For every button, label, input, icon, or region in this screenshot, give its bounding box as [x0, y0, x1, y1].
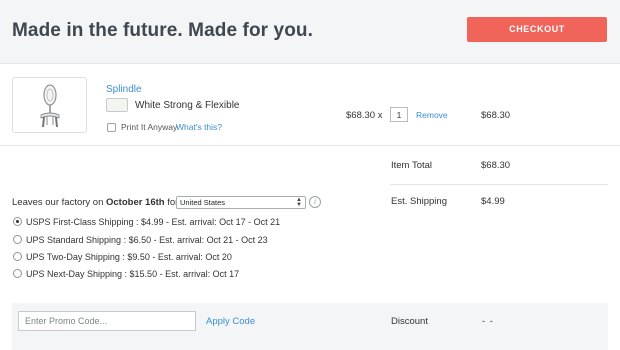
- page-header: Made in the future. Made for you. CHECKO…: [0, 0, 620, 64]
- info-icon[interactable]: i: [309, 196, 321, 208]
- country-selected-value: United States: [180, 198, 226, 207]
- shipping-option[interactable]: UPS Next-Day Shipping : $15.50 - Est. ar…: [13, 269, 239, 279]
- apply-code-link[interactable]: Apply Code: [206, 316, 255, 327]
- radio-selected-icon[interactable]: [13, 217, 22, 226]
- promo-code-input[interactable]: [18, 311, 196, 331]
- est-shipping-value: $4.99: [481, 196, 505, 207]
- leaves-date: October 16th: [106, 197, 165, 208]
- unit-price: $68.30 x: [346, 110, 383, 121]
- shipping-option-label: UPS Next-Day Shipping : $15.50 - Est. ar…: [26, 269, 240, 279]
- radio-icon[interactable]: [13, 252, 22, 261]
- promo-section: Apply Code Discount - -: [12, 303, 608, 350]
- discount-value: - -: [482, 316, 494, 327]
- item-total-value: $68.30: [481, 160, 511, 171]
- item-total-label: Item Total: [391, 160, 433, 171]
- shipping-option[interactable]: UPS Two-Day Shipping : $9.50 - Est. arri…: [13, 252, 232, 262]
- totals-divider: [390, 184, 608, 185]
- discount-label: Discount: [391, 316, 428, 327]
- material-swatch[interactable]: [106, 98, 128, 112]
- whats-this-link[interactable]: What's this?: [176, 122, 222, 132]
- line-total: $68.30: [481, 110, 511, 121]
- quantity-input[interactable]: [390, 107, 408, 122]
- page-title: Made in the future. Made for you.: [12, 20, 313, 41]
- radio-icon[interactable]: [13, 269, 22, 278]
- remove-link[interactable]: Remove: [416, 110, 448, 120]
- material-label: White Strong & Flexible: [135, 100, 240, 111]
- checkout-button[interactable]: CHECKOUT: [467, 17, 607, 42]
- shipping-option[interactable]: USPS First-Class Shipping : $4.99 - Est.…: [13, 217, 280, 227]
- select-arrows-icon: ▲ ▼: [296, 197, 302, 208]
- leaves-prefix: Leaves our factory on: [12, 197, 106, 208]
- shipping-option[interactable]: UPS Standard Shipping : $6.50 - Est. arr…: [13, 235, 268, 245]
- country-select[interactable]: United States ▲ ▼: [176, 196, 306, 209]
- print-anyway-label: Print It Anyway: [121, 122, 178, 132]
- shipping-option-label: USPS First-Class Shipping : $4.99 - Est.…: [26, 217, 281, 227]
- shipping-option-label: UPS Standard Shipping : $6.50 - Est. arr…: [26, 235, 268, 245]
- product-image: [40, 84, 60, 128]
- product-name-link[interactable]: Splindle: [106, 84, 142, 95]
- est-shipping-label: Est. Shipping: [391, 196, 447, 207]
- divider: [0, 145, 620, 146]
- product-thumbnail[interactable]: [12, 77, 87, 133]
- radio-icon[interactable]: [13, 235, 22, 244]
- leaves-factory-text: Leaves our factory on October 16th for: [12, 197, 178, 208]
- shipping-option-label: UPS Two-Day Shipping : $9.50 - Est. arri…: [26, 252, 232, 262]
- print-anyway-checkbox[interactable]: [107, 123, 116, 132]
